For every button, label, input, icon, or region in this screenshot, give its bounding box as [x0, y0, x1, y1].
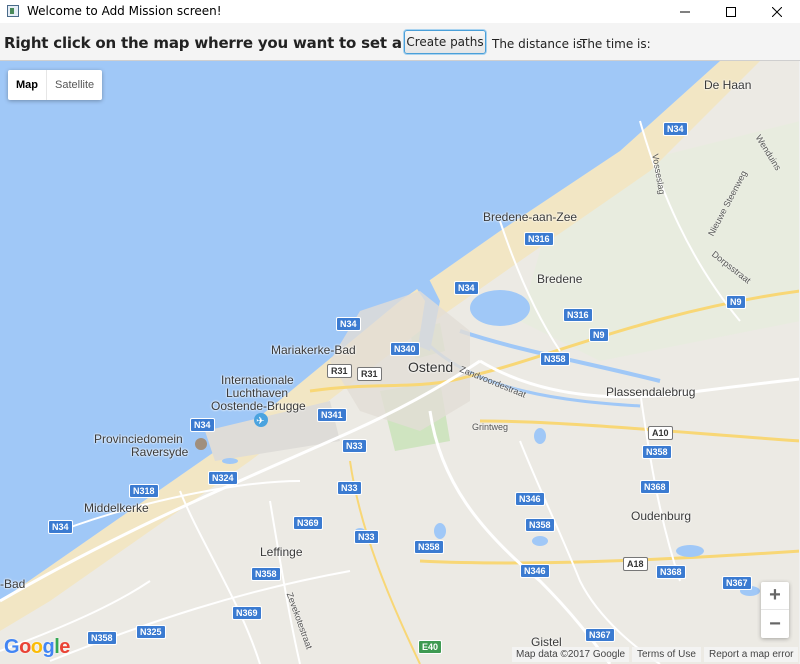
place-label: Leffinge	[260, 545, 303, 559]
street-label: Grintweg	[472, 422, 509, 432]
road-shield: R31	[357, 367, 382, 381]
app-icon	[7, 5, 19, 17]
place-label: Ostend	[408, 359, 454, 375]
zoom-in-button[interactable]: +	[761, 582, 789, 610]
road-shield: N324	[208, 471, 238, 485]
road-shield: A10	[648, 426, 673, 440]
road-shield: N358	[251, 567, 281, 581]
road-shield: N368	[640, 480, 670, 494]
pond-water	[434, 523, 446, 539]
place-label: Raversyde	[131, 445, 189, 459]
zoom-control: + −	[761, 582, 789, 638]
place-label: Middelkerke	[84, 501, 149, 515]
road-shield: N316	[524, 232, 554, 246]
place-label: Oudenburg	[631, 509, 692, 523]
road-shield: N340	[390, 342, 420, 356]
road-shield: N34	[454, 281, 479, 295]
road-shield: N318	[129, 484, 159, 498]
road-shield: N34	[190, 418, 215, 432]
road-shield: N367	[585, 628, 615, 642]
road-shield: N358	[87, 631, 117, 645]
place-label: Provinciedomein	[94, 432, 183, 446]
road-shield: N368	[656, 565, 686, 579]
place-label: De Haan	[704, 78, 752, 92]
pond-water	[222, 458, 238, 464]
road-shield: N346	[515, 492, 545, 506]
road-shield: N346	[520, 564, 550, 578]
road-shield: N34	[663, 122, 688, 136]
place-label: -Bad	[0, 577, 26, 591]
road-shield: N9	[726, 295, 746, 309]
window-title: Welcome to Add Mission screen!	[27, 4, 222, 18]
place-label: Internationale	[221, 373, 294, 387]
pond-water	[676, 545, 704, 557]
distance-label: The distance is:	[492, 37, 587, 51]
road-shield: N369	[293, 516, 323, 530]
road-shield: N34	[336, 317, 361, 331]
map-view[interactable]: ✈ Map Satellite De Haan Bredene-aan-Zee …	[0, 61, 799, 664]
maximize-icon	[726, 6, 736, 17]
road-shield: N341	[317, 408, 347, 422]
terms-link[interactable]: Terms of Use	[632, 647, 701, 662]
road-shield: A18	[623, 557, 648, 571]
road-shield: N367	[722, 576, 752, 590]
road-shield: R31	[327, 364, 352, 378]
pond-water	[534, 428, 546, 444]
place-label: Plassendalebrug	[606, 385, 696, 399]
lake-water	[470, 290, 530, 326]
toolbar: Right click on the map wherre you want t…	[0, 23, 800, 61]
road-shield: N33	[337, 481, 362, 495]
close-button[interactable]	[754, 0, 800, 23]
zoom-out-button[interactable]: −	[761, 610, 789, 638]
time-label: The time is:	[580, 37, 651, 51]
place-label: Luchthaven	[226, 386, 289, 400]
road-shield: N369	[232, 606, 262, 620]
pond-water	[532, 536, 548, 546]
road-shield: N33	[342, 439, 367, 453]
minimize-button[interactable]	[662, 0, 708, 23]
map-data-attribution: Map data ©2017 Google	[512, 647, 630, 662]
road-shield: N34	[48, 520, 73, 534]
airport-icon: ✈	[256, 416, 264, 427]
place-label: Oostende-Brugge	[211, 399, 306, 413]
road-shield: N358	[414, 540, 444, 554]
road-shield: N33	[354, 530, 379, 544]
place-label: Mariakerke-Bad	[271, 343, 356, 357]
museum-marker	[195, 438, 207, 450]
minimize-icon	[680, 11, 690, 12]
road-shield: N358	[540, 352, 570, 366]
map-type-map-button[interactable]: Map	[8, 70, 46, 100]
window-titlebar: Welcome to Add Mission screen!	[0, 0, 800, 23]
road-shield: N325	[136, 625, 166, 639]
report-map-error-link[interactable]: Report a map error	[704, 647, 799, 662]
instruction-text: Right click on the map wherre you want t…	[4, 34, 471, 52]
maximize-button[interactable]	[708, 0, 754, 23]
map-type-control: Map Satellite	[8, 70, 103, 100]
road-shield: N316	[563, 308, 593, 322]
place-label: Bredene	[537, 272, 583, 286]
road-shield: N358	[525, 518, 555, 532]
road-shield: E40	[418, 640, 443, 654]
map-type-satellite-button[interactable]: Satellite	[46, 70, 102, 100]
place-label: Bredene-aan-Zee	[483, 210, 578, 224]
road-shield: N358	[642, 445, 672, 459]
road-shield: N9	[589, 328, 609, 342]
google-logo[interactable]: Google	[4, 636, 70, 659]
close-icon	[772, 6, 782, 17]
create-paths-button[interactable]: Create paths	[404, 30, 486, 54]
